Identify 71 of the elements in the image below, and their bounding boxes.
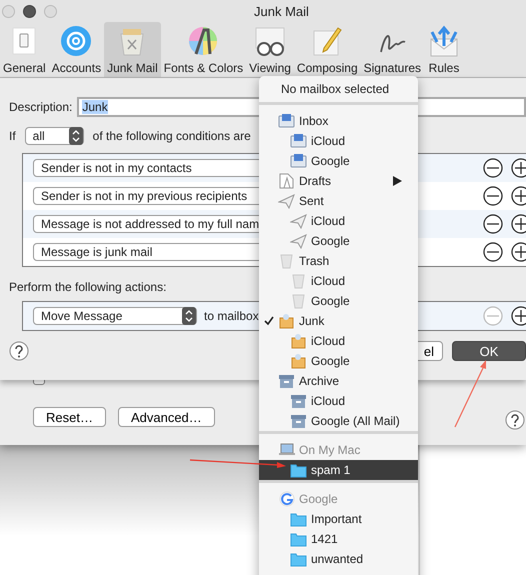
preference-tab[interactable]: Composing [294, 22, 361, 77]
menu-item[interactable]: spam 1 [259, 460, 418, 480]
stepper-icon [68, 127, 83, 145]
match-select[interactable]: all [24, 127, 84, 145]
folder-icon [290, 531, 307, 547]
advanced-button[interactable]: Advanced… [118, 407, 215, 427]
remove-button[interactable] [483, 186, 503, 206]
inbox-icon [290, 133, 307, 149]
junk-box-icon [290, 353, 307, 369]
paper-plane-icon [290, 213, 307, 229]
archive-box-icon [278, 373, 295, 389]
help-button[interactable] [505, 410, 525, 430]
add-button[interactable] [511, 158, 526, 178]
description-label: Description: [9, 100, 72, 114]
preference-tab[interactable]: Accounts [48, 22, 104, 77]
folder-icon [290, 511, 307, 527]
trash-bin-icon [290, 293, 307, 309]
junk-box-icon [278, 313, 295, 329]
menu-item[interactable]: 1421 [259, 529, 418, 549]
menu-item[interactable]: unwanted [259, 549, 418, 569]
trash-bin-icon [290, 273, 307, 289]
reset-button[interactable]: Reset… [33, 407, 106, 427]
inbox-icon [290, 153, 307, 169]
menu-item[interactable]: iCloud [259, 131, 418, 151]
add-button[interactable] [511, 306, 526, 326]
preference-tab[interactable]: Rules [424, 22, 464, 77]
menu-item[interactable]: Inbox [259, 111, 418, 131]
menu-item[interactable]: iCloud [259, 271, 418, 291]
trash-bin-icon [278, 253, 295, 269]
at-sign-icon [59, 24, 94, 58]
menu-item[interactable]: No mailbox selected [259, 76, 418, 102]
preference-tab[interactable]: Fonts & Colors [160, 22, 246, 77]
add-button[interactable] [511, 242, 526, 262]
laptop-icon [278, 442, 295, 458]
junk-box-icon [290, 333, 307, 349]
archive-box-icon [290, 393, 307, 409]
document-icon [278, 173, 295, 189]
menu-item[interactable]: Archive [259, 371, 418, 391]
folder-icon [290, 462, 307, 478]
menu-item[interactable]: Junk [259, 311, 418, 331]
minimize-button[interactable] [23, 4, 36, 18]
inbox-icon [278, 113, 295, 129]
archive-box-icon [290, 413, 307, 429]
preference-tab[interactable]: Junk Mail [104, 22, 161, 77]
menu-item[interactable]: Google (All Mail) [259, 411, 418, 431]
add-button[interactable] [511, 214, 526, 234]
remove-button[interactable] [483, 158, 503, 178]
remove-button[interactable] [483, 214, 503, 234]
window-title: Junk Mail [253, 4, 310, 18]
menu-heading: Google [299, 492, 338, 506]
menu-item[interactable]: Google [259, 291, 418, 311]
preference-tab[interactable]: Signatures [360, 22, 424, 77]
menu-heading: On My Mac [299, 443, 360, 457]
google-g-icon [278, 491, 295, 507]
add-button[interactable] [511, 186, 526, 206]
ok-button[interactable]: OK [452, 341, 526, 361]
actions-label: Perform the following actions: [9, 280, 166, 294]
annotation-arrow [454, 360, 486, 428]
stepper-icon [182, 307, 196, 325]
folder-icon [290, 551, 307, 567]
mailbox-label: to mailbox [204, 309, 259, 323]
paper-plane-icon [290, 233, 307, 249]
menu-item[interactable]: iCloud [259, 391, 418, 411]
conditions-label: of the following conditions are [92, 129, 251, 143]
help-button[interactable] [9, 341, 29, 361]
menu-item[interactable]: Important [259, 509, 418, 529]
preference-tab[interactable]: Viewing [246, 22, 294, 77]
preference-tab[interactable]: General [0, 22, 49, 77]
if-label: If [9, 129, 16, 143]
action-select[interactable]: Move Message [33, 307, 197, 325]
remove-button[interactable] [483, 242, 503, 262]
